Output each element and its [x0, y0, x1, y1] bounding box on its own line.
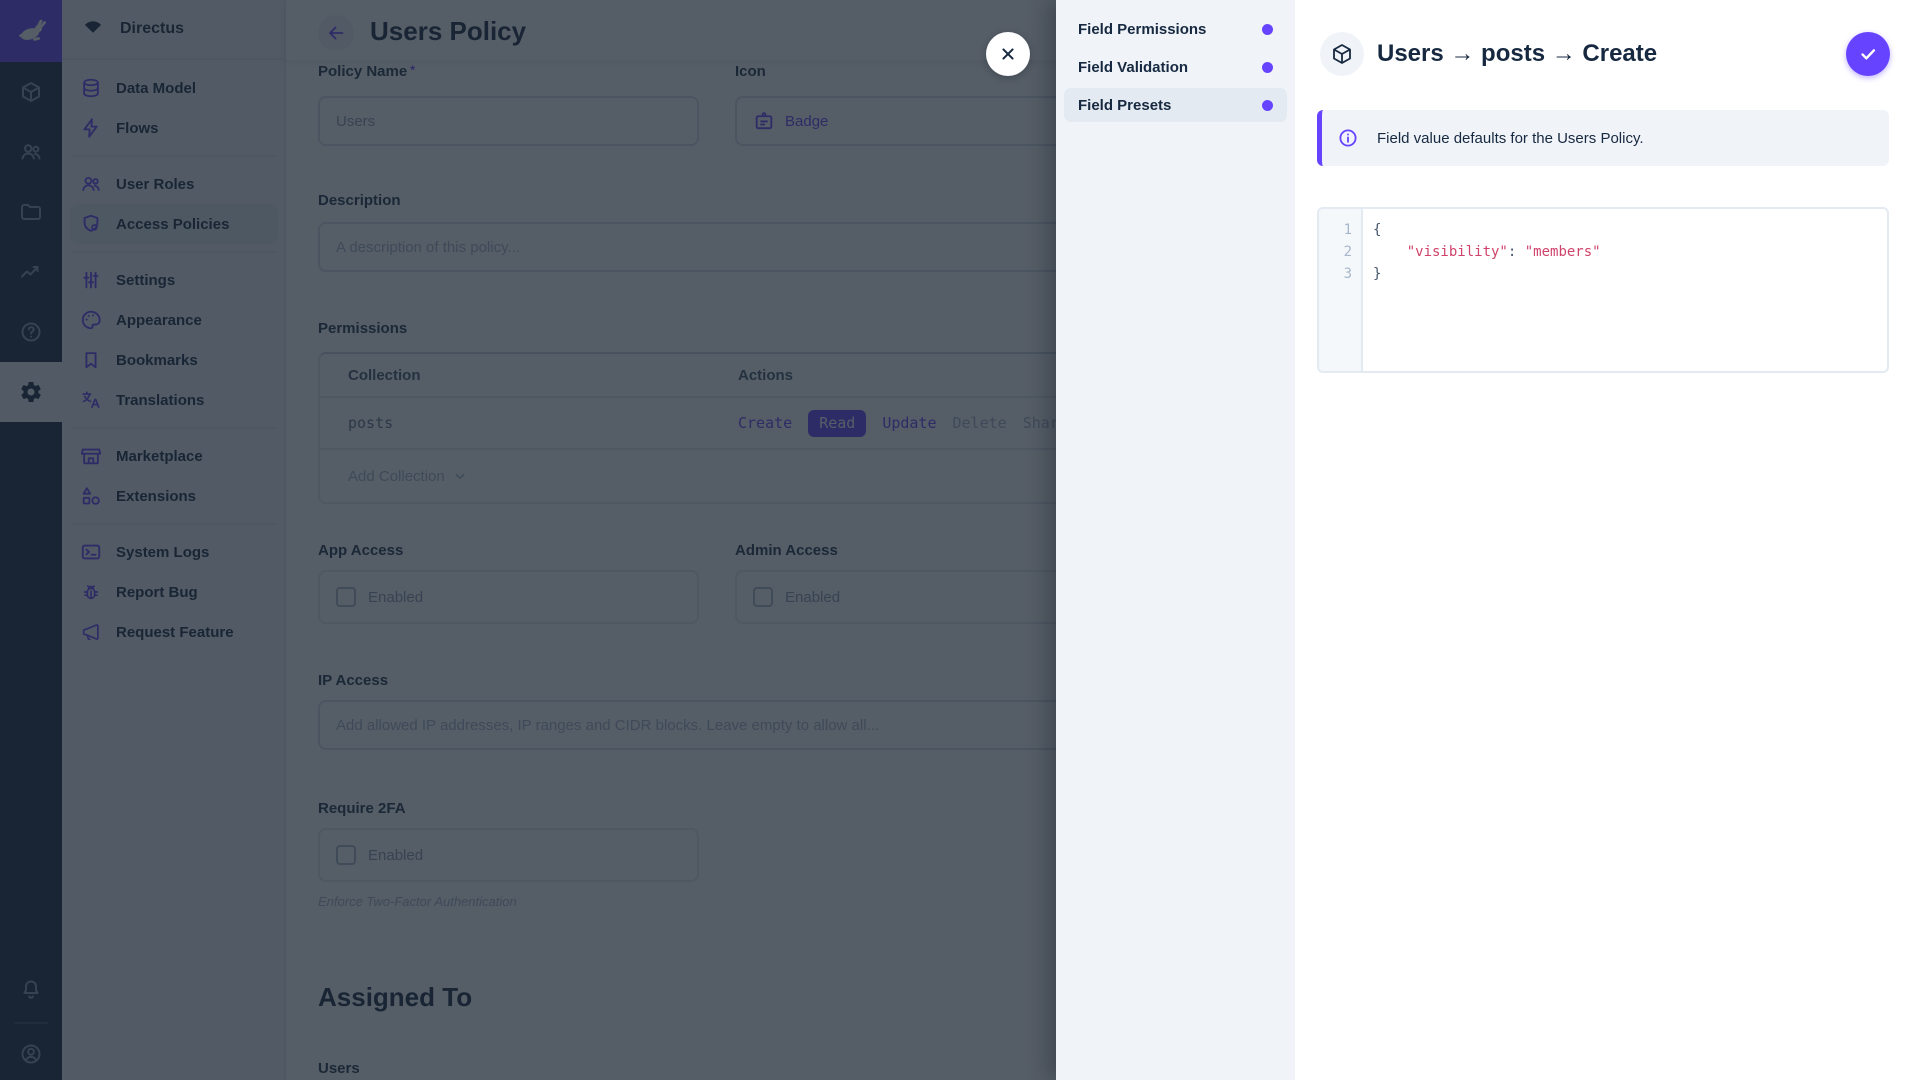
status-dot [1262, 24, 1273, 35]
drawer-side-menu: Field Permissions Field Validation Field… [1056, 0, 1295, 1080]
status-dot [1262, 62, 1273, 73]
menu-item-field-presets[interactable]: Field Presets [1064, 88, 1287, 122]
info-icon [1337, 127, 1359, 149]
drawer-title: Users → posts → Create [1377, 40, 1657, 68]
check-icon [1857, 43, 1879, 65]
notice-text: Field value defaults for the Users Polic… [1377, 130, 1644, 147]
save-button[interactable] [1846, 32, 1890, 76]
menu-item-field-validation[interactable]: Field Validation [1064, 50, 1287, 84]
drawer-content: Users → posts → Create Field value defau… [1295, 0, 1920, 1080]
directus-app: Directus Data Model Flows [0, 0, 1920, 1080]
info-notice: Field value defaults for the Users Polic… [1317, 110, 1889, 166]
drawer: Field Permissions Field Validation Field… [1056, 0, 1920, 1080]
drawer-header-badge [1320, 32, 1364, 76]
menu-item-field-permissions[interactable]: Field Permissions [1064, 12, 1287, 46]
close-icon [997, 43, 1019, 65]
drawer-close-button[interactable] [986, 32, 1030, 76]
status-dot [1262, 100, 1273, 111]
presets-code-editor[interactable]: 1 2 3 { "visibility": "members"} [1317, 207, 1889, 373]
cube-icon [1330, 42, 1354, 66]
code-content[interactable]: { "visibility": "members"} [1363, 209, 1601, 371]
code-line-numbers: 1 2 3 [1319, 209, 1363, 371]
